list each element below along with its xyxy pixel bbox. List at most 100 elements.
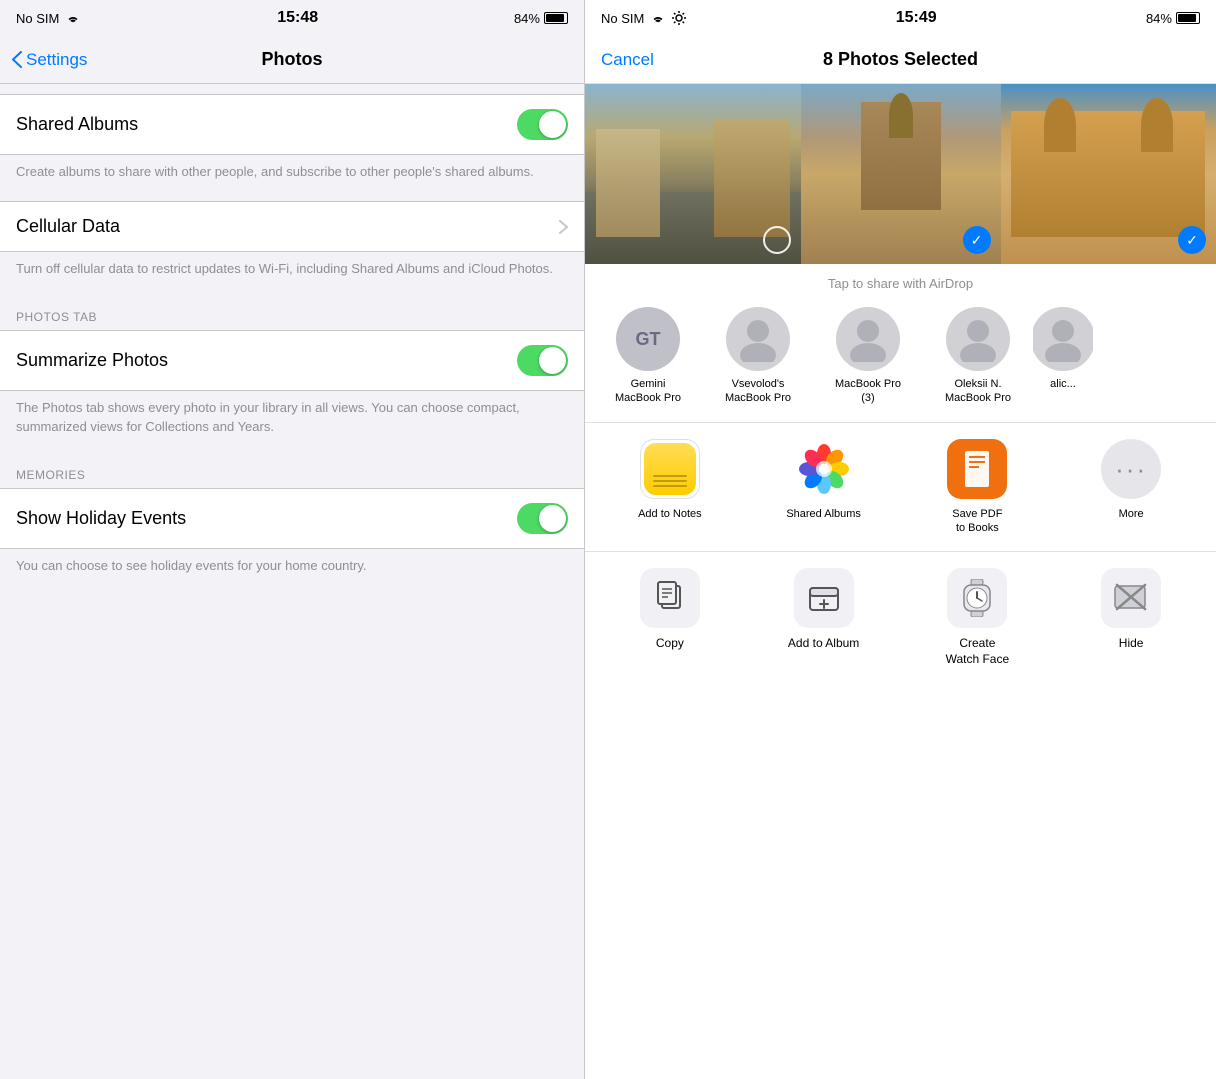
- shared-albums-label: Shared Albums: [16, 114, 138, 135]
- photo-item-1[interactable]: [585, 84, 801, 264]
- right-wifi-icon: [650, 12, 666, 24]
- summarize-photos-row[interactable]: Summarize Photos: [0, 331, 584, 390]
- holiday-events-description: You can choose to see holiday events for…: [0, 549, 584, 591]
- left-page-title: Photos: [262, 49, 323, 70]
- photo-item-2[interactable]: ✓: [801, 84, 1001, 264]
- cellular-data-chevron: [559, 220, 568, 234]
- left-battery-pct: 84%: [514, 11, 540, 26]
- right-brightness-icon: [672, 11, 686, 25]
- gemini-contact-name: GeminiMacBook Pro: [615, 377, 681, 406]
- copy-action[interactable]: Copy: [605, 568, 735, 667]
- left-status-bar: No SIM 15:48 84%: [0, 0, 584, 36]
- shared-albums-group: Shared Albums: [0, 94, 584, 155]
- settings-content: Shared Albums Create albums to share wit…: [0, 84, 584, 1079]
- copy-icon: [640, 568, 700, 628]
- shared-albums-row[interactable]: Shared Albums: [0, 95, 584, 154]
- notes-icon-inner: [644, 443, 696, 495]
- airdrop-section: Tap to share with AirDrop GT GeminiMacBo…: [585, 264, 1216, 423]
- cellular-data-description: Turn off cellular data to restrict updat…: [0, 252, 584, 294]
- holiday-events-group: Show Holiday Events: [0, 488, 584, 549]
- left-wifi-icon: [65, 12, 81, 24]
- more-label: More: [1119, 507, 1144, 521]
- watch-icon-svg: [962, 579, 992, 617]
- summarize-photos-description: The Photos tab shows every photo in your…: [0, 391, 584, 451]
- add-to-album-icon: [794, 568, 854, 628]
- toggle-knob: [539, 111, 566, 138]
- more-action[interactable]: ··· More: [1081, 439, 1181, 536]
- shared-albums-action[interactable]: Shared Albums: [774, 439, 874, 536]
- right-battery-info: 84%: [1146, 11, 1200, 26]
- person-silhouette-1: [738, 317, 778, 362]
- back-chevron-icon: [12, 51, 22, 68]
- alic-contact-name: alic...: [1050, 377, 1076, 391]
- airdrop-contact-vsevolod[interactable]: Vsevolod'sMacBook Pro: [703, 303, 813, 410]
- summarize-photos-group: Summarize Photos: [0, 330, 584, 391]
- photos-flower-icon: [797, 442, 851, 496]
- notes-line-1: [653, 475, 687, 477]
- holiday-events-toggle[interactable]: [517, 503, 568, 534]
- photo-item-3[interactable]: ✓: [1001, 84, 1216, 264]
- macbook3-contact-name: MacBook Pro(3): [835, 377, 901, 406]
- left-battery-icon: [544, 12, 568, 24]
- hide-icon: [1101, 568, 1161, 628]
- more-icon: ···: [1101, 439, 1161, 499]
- hide-label: Hide: [1119, 636, 1144, 652]
- add-to-notes-action[interactable]: Add to Notes: [620, 439, 720, 536]
- gemini-avatar: GT: [616, 307, 680, 371]
- right-nav-bar: Cancel 8 Photos Selected: [585, 36, 1216, 84]
- save-pdf-books-action[interactable]: Save PDFto Books: [927, 439, 1027, 536]
- back-button-label: Settings: [26, 50, 87, 70]
- shared-albums-action-label: Shared Albums: [786, 507, 861, 521]
- toggle-knob-3: [539, 505, 566, 532]
- person-silhouette-2: [848, 317, 888, 362]
- books-icon: [947, 439, 1007, 499]
- right-panel: No SIM 15:49 84% C: [584, 0, 1216, 1079]
- photo-1-selection[interactable]: [763, 226, 791, 254]
- add-to-album-action[interactable]: Add to Album: [759, 568, 889, 667]
- left-panel: No SIM 15:48 84% Settings Photos: [0, 0, 584, 1079]
- shared-albums-description: Create albums to share with other people…: [0, 155, 584, 197]
- right-no-sim: No SIM: [601, 11, 644, 26]
- right-battery-icon: [1176, 12, 1200, 24]
- photo-strip: ✓ ✓: [585, 84, 1216, 264]
- holiday-events-row[interactable]: Show Holiday Events: [0, 489, 584, 548]
- more-dots: ···: [1115, 456, 1147, 482]
- summarize-photos-toggle[interactable]: [517, 345, 568, 376]
- right-battery-pct: 84%: [1146, 11, 1172, 26]
- shared-albums-toggle[interactable]: [517, 109, 568, 140]
- toggle-knob-2: [539, 347, 566, 374]
- left-battery-info: 84%: [514, 11, 568, 26]
- oleksii-avatar: [946, 307, 1010, 371]
- cancel-button[interactable]: Cancel: [601, 50, 654, 70]
- vsevolod-avatar: [726, 307, 790, 371]
- copy-icon-svg: [654, 580, 686, 616]
- airdrop-contact-alic[interactable]: alic...: [1033, 303, 1093, 410]
- app-actions-section: Add to Notes: [585, 423, 1216, 553]
- person-silhouette-3: [958, 317, 998, 362]
- person-silhouette-4: [1043, 317, 1083, 362]
- airdrop-contacts-list: GT GeminiMacBook Pro Vsevolod'sMacBook P…: [585, 303, 1216, 410]
- create-watch-face-icon: [947, 568, 1007, 628]
- add-to-notes-label: Add to Notes: [638, 507, 702, 521]
- notes-line-2: [653, 480, 687, 482]
- holiday-events-label: Show Holiday Events: [16, 508, 186, 529]
- create-watch-face-action[interactable]: CreateWatch Face: [912, 568, 1042, 667]
- airdrop-contact-macbook3[interactable]: MacBook Pro(3): [813, 303, 923, 410]
- airdrop-contact-oleksii[interactable]: Oleksii N.MacBook Pro: [923, 303, 1033, 410]
- airdrop-contact-gemini[interactable]: GT GeminiMacBook Pro: [593, 303, 703, 410]
- photo-3-selection[interactable]: ✓: [1178, 226, 1206, 254]
- photo-2-selection[interactable]: ✓: [963, 226, 991, 254]
- add-to-album-icon-svg: [806, 580, 842, 616]
- cellular-data-group: Cellular Data: [0, 201, 584, 252]
- hide-action[interactable]: Hide: [1066, 568, 1196, 667]
- macbook3-avatar: [836, 307, 900, 371]
- notes-line-3: [653, 485, 687, 487]
- vsevolod-contact-name: Vsevolod'sMacBook Pro: [725, 377, 791, 406]
- right-page-title: 8 Photos Selected: [823, 49, 978, 70]
- cellular-data-row[interactable]: Cellular Data: [0, 202, 584, 251]
- settings-back-button[interactable]: Settings: [12, 50, 87, 70]
- app-actions-row: Add to Notes: [593, 439, 1208, 536]
- alic-avatar: [1033, 307, 1093, 371]
- right-status-bar: No SIM 15:49 84%: [585, 0, 1216, 36]
- left-carrier-info: No SIM: [16, 11, 81, 26]
